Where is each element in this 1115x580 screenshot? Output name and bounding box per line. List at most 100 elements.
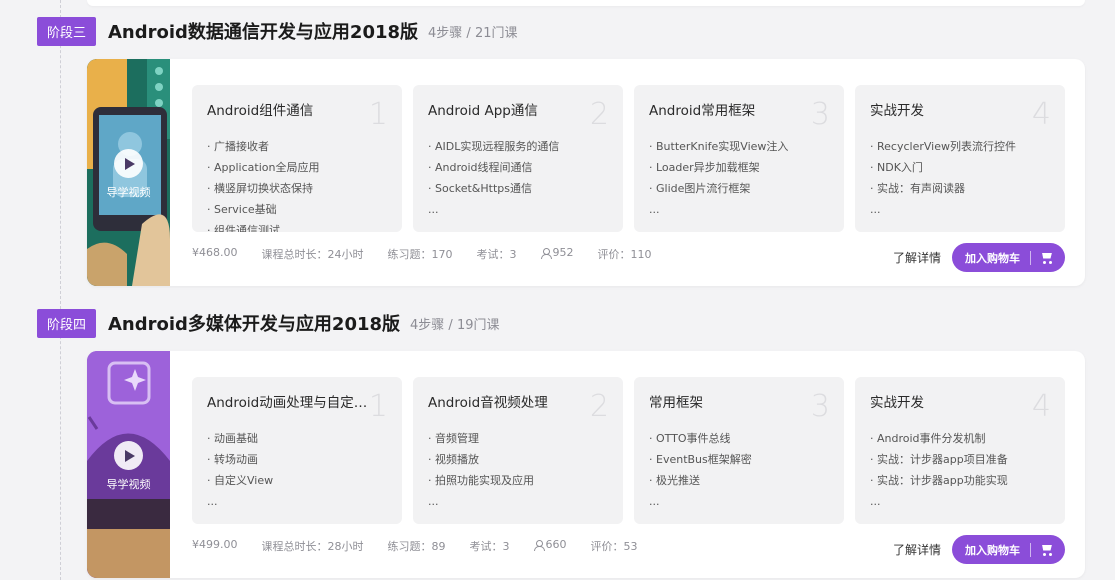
step-item: · 音频管理 — [428, 432, 479, 445]
stage-badge: 阶段四 — [37, 308, 96, 338]
step-number: 3 — [810, 389, 830, 424]
step-item: ... — [428, 495, 439, 508]
course-card: 导学视频 Android动画处理与自定义... 1 · 动画基础 · 转场动画 … — [87, 351, 1085, 578]
step-item: · 实战：计步器app项目准备 — [870, 453, 1008, 466]
step-item: · Android事件分发机制 — [870, 432, 986, 445]
stage-meta: 4步骤 / 21门课 — [428, 25, 518, 41]
stage-badge: 阶段三 — [37, 16, 96, 46]
step-title: Android音视频处理 — [428, 395, 548, 411]
step-item: ... — [870, 495, 881, 508]
cart-label: 加入购物车 — [965, 251, 1020, 265]
step-card[interactable]: Android常用框架 3 · ButterKnife实现View注入 · Lo… — [634, 85, 844, 232]
price: ¥499.00 — [192, 538, 238, 551]
stage-title[interactable]: Android多媒体开发与应用2018版 — [108, 310, 400, 336]
step-card[interactable]: 实战开发 4 · RecyclerView列表流行控件 · NDK入门 · 实战… — [855, 85, 1065, 232]
add-to-cart-button[interactable]: 加入购物车 — [952, 535, 1065, 564]
step-item: · 视频播放 — [428, 453, 479, 466]
step-number: 3 — [810, 97, 830, 132]
step-item: · 横竖屏切换状态保持 — [207, 182, 313, 195]
step-item: · ButterKnife实现View注入 — [649, 140, 789, 153]
video-label: 导学视频 — [106, 186, 151, 199]
step-item: · NDK入门 — [870, 161, 923, 174]
add-to-cart-button[interactable]: 加入购物车 — [952, 243, 1065, 272]
step-title: Android App通信 — [428, 103, 538, 119]
duration: 课程总时长：28小时 — [261, 540, 364, 553]
step-item: · EventBus框架解密 — [649, 453, 752, 466]
cart-icon — [1040, 544, 1054, 556]
timeline-line — [60, 0, 61, 580]
step-item: · 实战：有声阅读器 — [870, 182, 965, 195]
step-item: · Service基础 — [207, 203, 277, 216]
step-item: · AIDL实现远程服务的通信 — [428, 140, 560, 153]
step-item: ... — [207, 495, 218, 508]
step-item: · 自定义View — [207, 474, 274, 487]
step-item: · 广播接收者 — [207, 140, 269, 153]
step-item: · 拍照功能实现及应用 — [428, 474, 534, 487]
students: 660 — [533, 538, 567, 554]
duration: 课程总时长：24小时 — [261, 248, 364, 261]
previous-card-edge — [87, 0, 1085, 6]
step-item: · Socket&Https通信 — [428, 182, 533, 195]
step-title: 实战开发 — [870, 103, 924, 119]
button-divider — [1030, 250, 1031, 265]
course-card: 导学视频 Android组件通信 1 · 广播接收者 · Application… — [87, 59, 1085, 286]
detail-link[interactable]: 了解详情 — [893, 249, 941, 266]
students: 952 — [540, 246, 574, 262]
user-icon — [533, 540, 545, 551]
exams: 考试：3 — [476, 248, 517, 261]
course-stats: ¥468.00 课程总时长：24小时 练习题：170 考试：3 952 评价：1… — [192, 246, 676, 262]
step-title: Android动画处理与自定义... — [207, 395, 377, 411]
step-number: 4 — [1031, 97, 1051, 132]
step-number: 2 — [589, 97, 609, 132]
stage-header: 阶段四 Android多媒体开发与应用2018版 4步骤 / 19门课 — [37, 308, 500, 338]
step-title: 常用框架 — [649, 395, 703, 411]
video-label: 导学视频 — [106, 478, 151, 491]
rating: 评价：53 — [590, 540, 638, 553]
detail-link[interactable]: 了解详情 — [893, 541, 941, 558]
step-item: ... — [649, 495, 660, 508]
step-item: · Loader异步加载框架 — [649, 161, 760, 174]
rating: 评价：110 — [597, 248, 652, 261]
step-card[interactable]: Android音视频处理 2 · 音频管理 · 视频播放 · 拍照功能实现及应用… — [413, 377, 623, 524]
step-item: · 动画基础 — [207, 432, 258, 445]
step-card[interactable]: Android App通信 2 · AIDL实现远程服务的通信 · Androi… — [413, 85, 623, 232]
step-card[interactable]: 常用框架 3 · OTTO事件总线 · EventBus框架解密 · 极光推送 … — [634, 377, 844, 524]
step-item: · Glide图片流行框架 — [649, 182, 751, 195]
step-item: · OTTO事件总线 — [649, 432, 731, 445]
exercises: 练习题：170 — [387, 248, 453, 261]
step-item: · 转场动画 — [207, 453, 258, 466]
step-card[interactable]: 实战开发 4 · Android事件分发机制 · 实战：计步器app项目准备 ·… — [855, 377, 1065, 524]
exercises: 练习题：89 — [387, 540, 446, 553]
course-thumbnail[interactable]: 导学视频 — [87, 351, 170, 578]
step-item: ... — [870, 203, 881, 216]
stage-meta: 4步骤 / 19门课 — [410, 317, 500, 333]
step-item: · 组件通信测试 — [207, 224, 280, 232]
cart-icon — [1040, 252, 1054, 264]
step-number: 1 — [368, 97, 388, 132]
price: ¥468.00 — [192, 246, 238, 259]
step-item: · RecyclerView列表流行控件 — [870, 140, 1016, 153]
step-item: · 极光推送 — [649, 474, 700, 487]
step-card[interactable]: Android动画处理与自定义... 1 · 动画基础 · 转场动画 · 自定义… — [192, 377, 402, 524]
course-stats: ¥499.00 课程总时长：28小时 练习题：89 考试：3 660 评价：53 — [192, 538, 662, 554]
stage-title[interactable]: Android数据通信开发与应用2018版 — [108, 18, 418, 44]
step-title: Android组件通信 — [207, 103, 314, 119]
step-card[interactable]: Android组件通信 1 · 广播接收者 · Application全局应用 … — [192, 85, 402, 232]
step-item: · Application全局应用 — [207, 161, 320, 174]
play-icon[interactable] — [114, 441, 143, 470]
step-title: 实战开发 — [870, 395, 924, 411]
cart-label: 加入购物车 — [965, 543, 1020, 557]
step-number: 4 — [1031, 389, 1051, 424]
step-title: Android常用框架 — [649, 103, 756, 119]
step-item: ... — [428, 203, 439, 216]
step-item: · 实战：计步器app功能实现 — [870, 474, 1008, 487]
exams: 考试：3 — [469, 540, 510, 553]
course-thumbnail[interactable]: 导学视频 — [87, 59, 170, 286]
stage-header: 阶段三 Android数据通信开发与应用2018版 4步骤 / 21门课 — [37, 16, 518, 46]
step-number: 1 — [368, 389, 388, 424]
step-item: ... — [649, 203, 660, 216]
step-item: · Android线程间通信 — [428, 161, 533, 174]
step-number: 2 — [589, 389, 609, 424]
play-icon[interactable] — [114, 149, 143, 178]
user-icon — [540, 248, 552, 259]
